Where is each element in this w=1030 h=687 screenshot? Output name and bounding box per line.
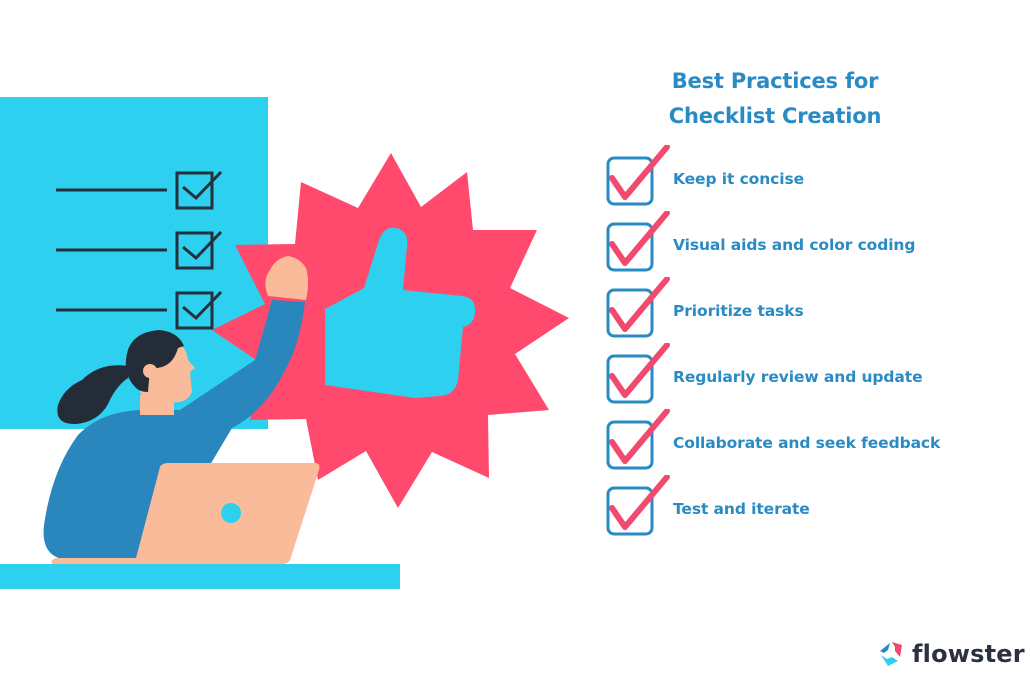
brand-logo: flowster — [876, 634, 1025, 674]
list-item: Test and iterate — [606, 475, 1006, 541]
flowster-logo-icon — [880, 642, 902, 666]
checkbox-checked-icon — [606, 145, 670, 206]
list-item-label: Visual aids and color coding — [673, 236, 916, 254]
illustration — [0, 97, 569, 589]
woman-ear — [143, 364, 157, 378]
list-item-label: Collaborate and seek feedback — [673, 434, 941, 452]
checkbox-checked-icon — [606, 475, 670, 536]
list-item: Regularly review and update — [606, 343, 1006, 409]
list-item: Prioritize tasks — [606, 277, 1006, 343]
desk — [0, 564, 400, 589]
page-title: Best Practices for Checklist Creation — [600, 64, 950, 134]
list-item-label: Regularly review and update — [673, 368, 923, 386]
checkbox-checked-icon — [606, 343, 670, 404]
list-item-label: Keep it concise — [673, 170, 804, 188]
brand-name: flowster — [912, 640, 1025, 668]
title-line-1: Best Practices for — [671, 69, 879, 93]
list-item: Keep it concise — [606, 145, 1006, 211]
laptop-logo — [221, 503, 241, 523]
list-item-label: Prioritize tasks — [673, 302, 804, 320]
checkbox-checked-icon — [606, 211, 670, 272]
checkbox-checked-icon — [606, 409, 670, 470]
list-item-label: Test and iterate — [673, 500, 810, 518]
title-line-2: Checklist Creation — [668, 104, 882, 128]
list-item: Visual aids and color coding — [606, 211, 1006, 277]
list-item: Collaborate and seek feedback — [606, 409, 1006, 475]
best-practices-list: Keep it concise Visual aids and color co… — [606, 145, 1006, 541]
checkbox-checked-icon — [606, 277, 670, 338]
